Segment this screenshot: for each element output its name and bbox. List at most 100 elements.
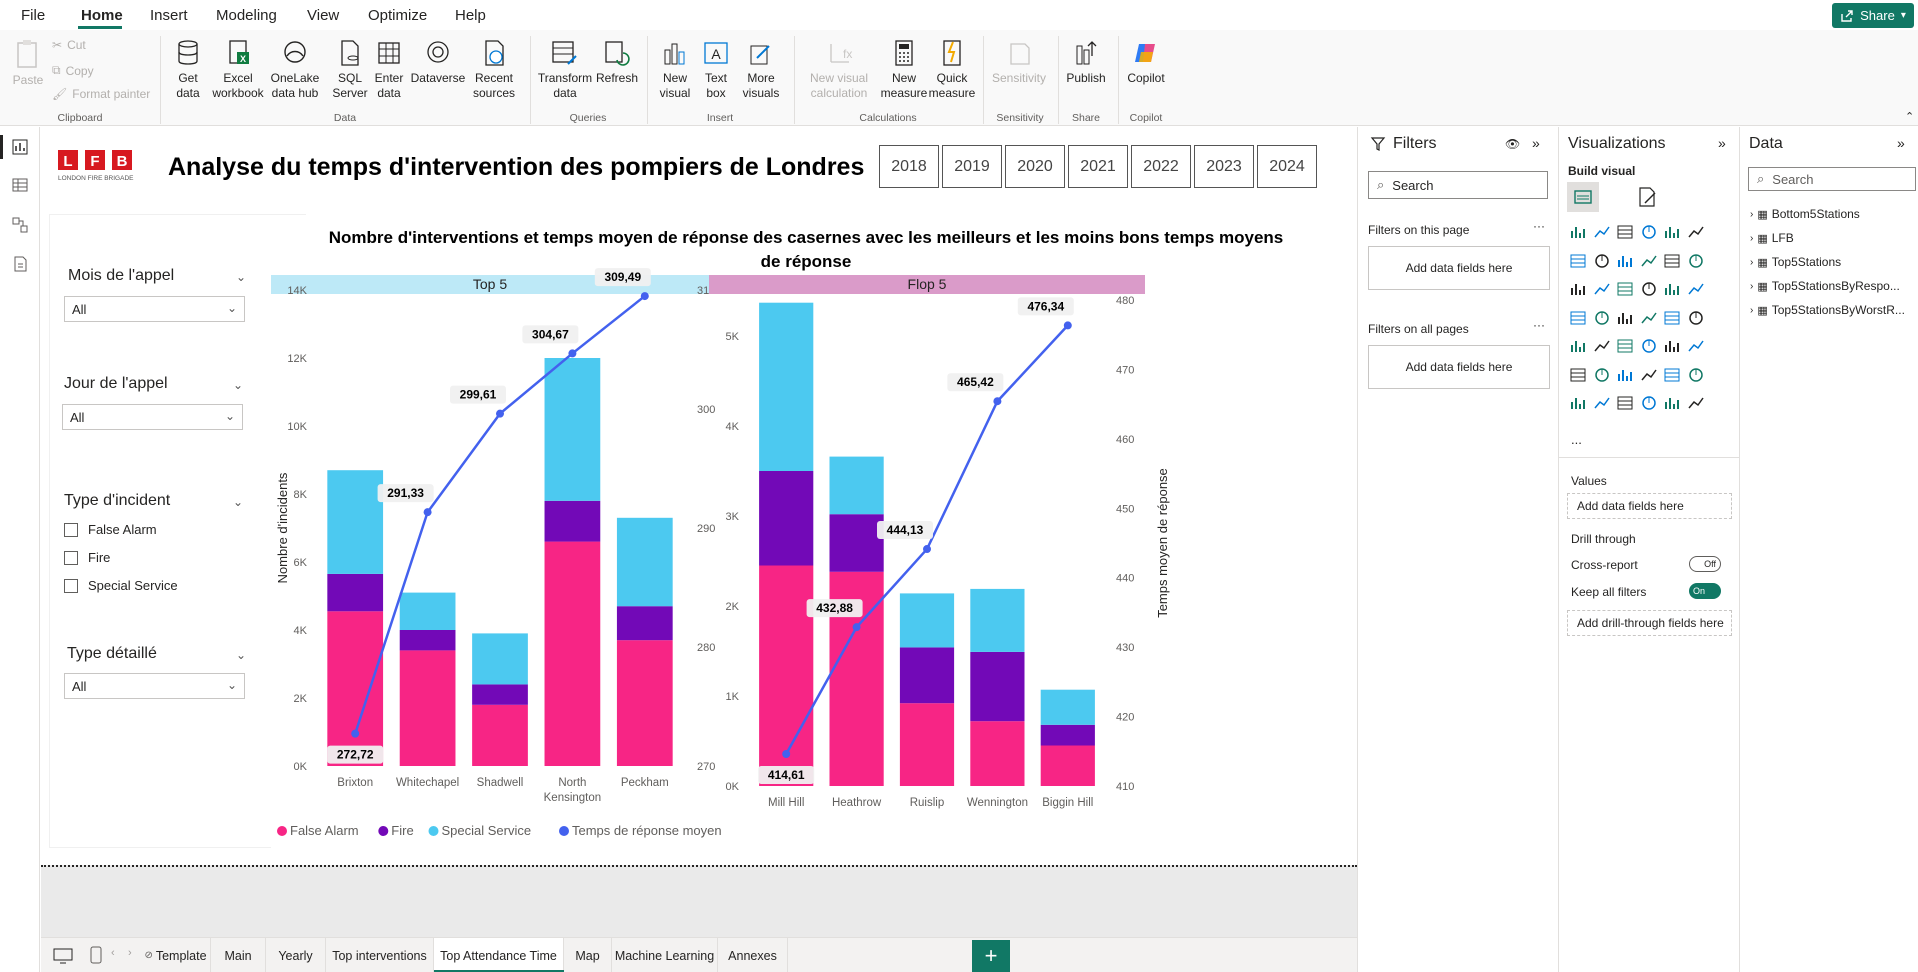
visual-type-icon[interactable] xyxy=(1662,251,1682,271)
combo-chart-visual[interactable]: Nombre d'interventions et temps moyen de… xyxy=(271,215,1341,850)
checkbox-box[interactable] xyxy=(64,578,78,593)
tab-annexes[interactable]: Annexes xyxy=(718,938,788,972)
menu-insert[interactable]: Insert xyxy=(150,7,188,24)
visual-type-icon[interactable] xyxy=(1639,365,1659,385)
visual-type-icon[interactable] xyxy=(1686,222,1706,242)
format-painter-button[interactable]: 🖌 Format painter xyxy=(52,87,150,101)
dax-query-icon[interactable] xyxy=(10,254,30,274)
visual-type-icon[interactable] xyxy=(1686,393,1706,413)
tree-table-top5stations[interactable]: › ▦ Top5Stations xyxy=(1750,255,1841,269)
collapse-pane-icon[interactable]: » xyxy=(1532,135,1540,151)
visual-type-icon[interactable] xyxy=(1639,279,1659,299)
visual-type-icon[interactable] xyxy=(1568,393,1588,413)
page-filter-drop-zone[interactable]: Add data fields here xyxy=(1368,246,1550,290)
data-search-input[interactable]: ⌕ Search xyxy=(1748,167,1916,191)
cut-button[interactable]: ✂ Cut xyxy=(52,38,86,52)
enter-data-button[interactable]: Enter data xyxy=(372,38,406,101)
visual-type-icon[interactable] xyxy=(1686,336,1706,356)
more-visuals-ellipsis[interactable]: ... xyxy=(1571,432,1582,447)
new-measure-button[interactable]: New measure xyxy=(880,38,928,101)
chevron-down-icon[interactable]: ⌄ xyxy=(236,270,246,284)
collapse-ribbon-icon[interactable]: ⌃ xyxy=(1905,110,1914,123)
tab-top-interventions[interactable]: Top interventions xyxy=(326,938,434,972)
visual-type-icon[interactable] xyxy=(1639,336,1659,356)
visual-type-icon[interactable] xyxy=(1686,279,1706,299)
collapse-pane-icon[interactable]: » xyxy=(1897,135,1905,151)
year-button-2018[interactable]: 2018 xyxy=(879,145,939,188)
year-button-2019[interactable]: 2019 xyxy=(942,145,1002,188)
visual-type-icon[interactable] xyxy=(1592,365,1612,385)
visual-type-icon[interactable] xyxy=(1686,365,1706,385)
visual-type-icon[interactable] xyxy=(1568,336,1588,356)
paste-button[interactable]: Paste xyxy=(10,38,46,88)
year-button-2022[interactable]: 2022 xyxy=(1131,145,1191,188)
onelake-button[interactable]: OneLake data hub xyxy=(266,38,324,101)
visual-type-icon[interactable] xyxy=(1592,393,1612,413)
visual-type-icon[interactable] xyxy=(1615,251,1635,271)
tab-map[interactable]: Map xyxy=(564,938,612,972)
visual-type-icon[interactable] xyxy=(1615,279,1635,299)
collapse-pane-icon[interactable]: » xyxy=(1718,135,1726,151)
visual-type-icon[interactable] xyxy=(1662,365,1682,385)
new-visual-calculation-button[interactable]: fx New visual calculation xyxy=(800,38,878,101)
visual-type-icon[interactable] xyxy=(1592,336,1612,356)
new-visual-button[interactable]: New visual xyxy=(654,38,696,101)
values-drop-zone[interactable]: Add data fields here xyxy=(1567,493,1732,519)
refresh-button[interactable]: Refresh xyxy=(596,38,638,86)
visual-type-icon[interactable] xyxy=(1592,308,1612,328)
get-data-button[interactable]: Get data xyxy=(166,38,210,101)
visual-type-icon[interactable] xyxy=(1662,308,1682,328)
visual-type-icon[interactable] xyxy=(1662,279,1682,299)
more-visuals-button[interactable]: More visuals xyxy=(736,38,786,101)
chevron-down-icon[interactable]: ⌄ xyxy=(233,495,243,509)
recent-sources-button[interactable]: Recent sources xyxy=(466,38,522,101)
model-view-icon[interactable] xyxy=(10,215,30,235)
visual-type-icon[interactable] xyxy=(1568,279,1588,299)
visual-type-icon[interactable] xyxy=(1686,251,1706,271)
visual-type-icon[interactable] xyxy=(1568,251,1588,271)
drill-through-drop-zone[interactable]: Add drill-through fields here xyxy=(1567,610,1732,636)
filters-search-input[interactable]: ⌕ Search xyxy=(1368,171,1548,199)
cross-report-toggle[interactable]: Off xyxy=(1689,556,1721,572)
all-pages-filter-drop-zone[interactable]: Add data fields here xyxy=(1368,345,1550,389)
share-button[interactable]: Share ▾ xyxy=(1832,3,1914,28)
tree-table-top5stationsbyworstr[interactable]: › ▦ Top5StationsByWorstR... xyxy=(1750,303,1905,317)
year-button-2024[interactable]: 2024 xyxy=(1257,145,1317,188)
checkbox-special-service[interactable]: Special Service xyxy=(64,578,178,593)
year-button-2020[interactable]: 2020 xyxy=(1005,145,1065,188)
visual-type-icon[interactable] xyxy=(1592,251,1612,271)
tree-table-top5stationsbyrespo[interactable]: › ▦ Top5StationsByRespo... xyxy=(1750,279,1900,293)
visual-type-icon[interactable] xyxy=(1686,308,1706,328)
year-button-2021[interactable]: 2021 xyxy=(1068,145,1128,188)
visual-type-icon[interactable] xyxy=(1615,336,1635,356)
mobile-layout-icon[interactable] xyxy=(90,946,102,964)
visual-type-icon[interactable] xyxy=(1592,222,1612,242)
menu-help[interactable]: Help xyxy=(455,7,486,24)
visual-type-icon[interactable] xyxy=(1615,222,1635,242)
copilot-button[interactable]: Copilot xyxy=(1122,38,1170,86)
visual-type-icon[interactable] xyxy=(1592,279,1612,299)
menu-modeling[interactable]: Modeling xyxy=(216,7,277,24)
table-view-icon[interactable] xyxy=(10,175,30,195)
tree-table-lfb[interactable]: › ▦ LFB xyxy=(1750,231,1794,245)
visual-type-icon[interactable] xyxy=(1639,308,1659,328)
tab-main[interactable]: Main xyxy=(211,938,266,972)
chevron-right-icon[interactable]: › xyxy=(128,947,132,959)
checkbox-fire[interactable]: Fire xyxy=(64,550,110,565)
transform-data-button[interactable]: Transform data xyxy=(535,38,595,101)
visual-type-icon[interactable] xyxy=(1639,393,1659,413)
menu-optimize[interactable]: Optimize xyxy=(368,7,427,24)
tab-template[interactable]: ⊘ Template xyxy=(141,938,211,972)
publish-button[interactable]: Publish xyxy=(1062,38,1110,86)
day-dropdown[interactable]: All ⌄ xyxy=(62,404,243,430)
sql-server-button[interactable]: SQL Server xyxy=(328,38,372,101)
text-box-button[interactable]: A Text box xyxy=(698,38,734,101)
detailed-dropdown[interactable]: All ⌄ xyxy=(64,673,245,699)
visual-type-icon[interactable] xyxy=(1639,222,1659,242)
add-page-button[interactable]: + xyxy=(972,940,1010,972)
chevron-left-icon[interactable]: ‹ xyxy=(111,947,115,959)
excel-workbook-button[interactable]: X Excel workbook xyxy=(210,38,266,101)
chevron-down-icon[interactable]: ⌄ xyxy=(236,648,246,662)
tab-yearly[interactable]: Yearly xyxy=(266,938,326,972)
report-view-icon[interactable] xyxy=(10,137,30,157)
